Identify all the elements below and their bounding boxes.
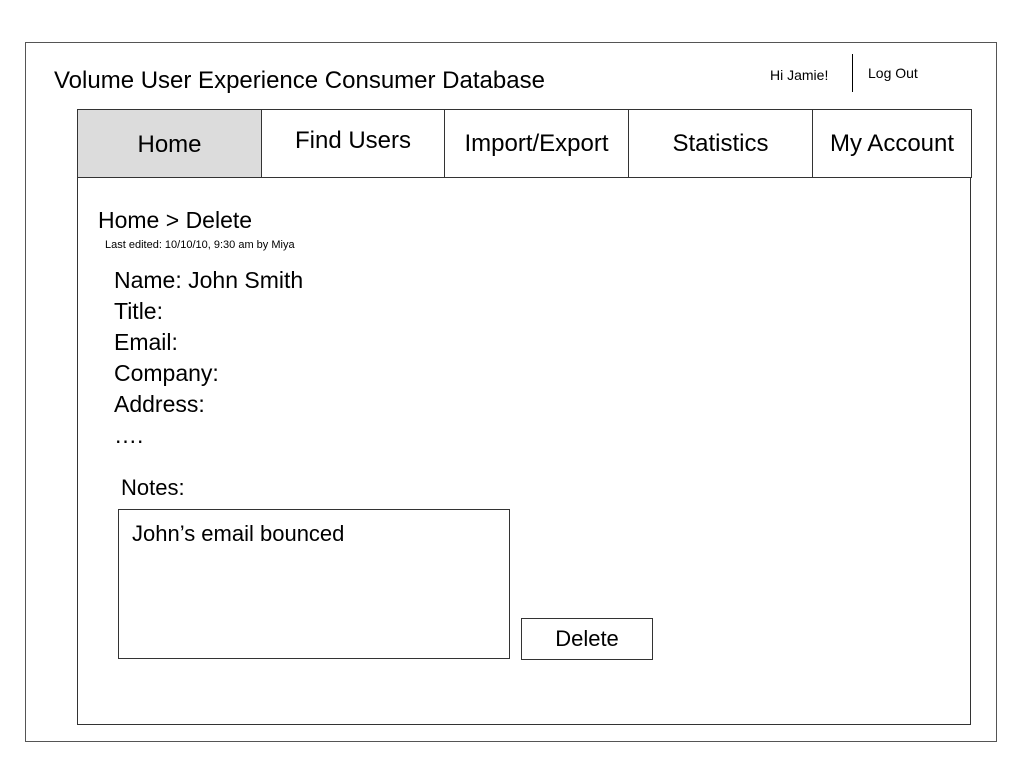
address-field: Address:: [114, 391, 205, 417]
delete-button[interactable]: Delete: [521, 618, 653, 660]
company-field: Company:: [114, 360, 219, 386]
tab-home[interactable]: Home: [77, 109, 262, 178]
notes-textarea[interactable]: John’s email bounced: [118, 509, 510, 659]
tab-find-users[interactable]: Find Users: [262, 109, 445, 178]
tab-my-account[interactable]: My Account: [813, 109, 972, 178]
user-greeting: Hi Jamie!: [770, 67, 829, 83]
breadcrumb: Home > Delete: [98, 207, 253, 233]
title-field: Title:: [114, 298, 163, 324]
main-nav-tabs: Home Find Users Import/Export Statistics…: [77, 109, 972, 178]
more-fields-ellipsis: ….: [114, 422, 144, 448]
record-details: Name: John Smith Title: Email: Company: …: [114, 265, 303, 451]
email-field: Email:: [114, 329, 178, 355]
name-field: Name: John Smith: [114, 267, 304, 293]
app-title: Volume User Experience Consumer Database: [54, 67, 545, 94]
notes-label: Notes:: [121, 475, 185, 500]
header-divider: [852, 54, 853, 92]
tab-statistics[interactable]: Statistics: [629, 109, 813, 178]
last-edited-info: Last edited: 10/10/10, 9:30 am by Miya: [105, 239, 295, 251]
logout-link[interactable]: Log Out: [868, 64, 918, 82]
tab-import-export[interactable]: Import/Export: [445, 109, 629, 178]
